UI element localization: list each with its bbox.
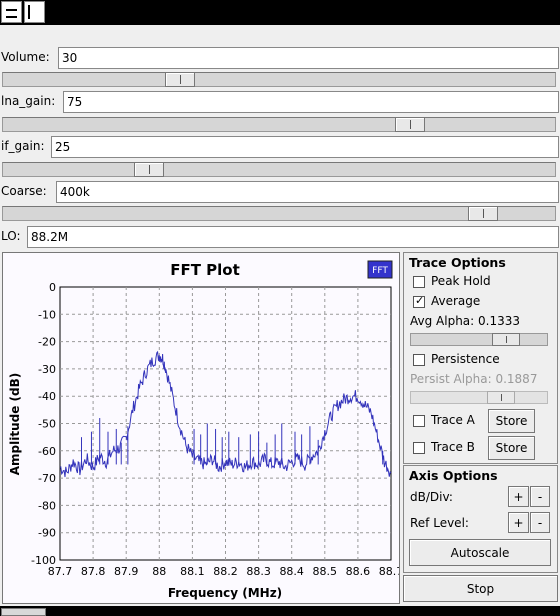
- autoscale-button[interactable]: Autoscale: [409, 539, 551, 566]
- trace-a-label: Trace A: [431, 413, 475, 427]
- persist-alpha-label: Persist Alpha: 0.1887: [410, 372, 538, 386]
- volume-slider[interactable]: [2, 72, 556, 87]
- trace-a-store-button[interactable]: Store: [488, 409, 535, 433]
- persistence-checkbox[interactable]: [413, 354, 425, 366]
- trace-b-checkbox[interactable]: [413, 442, 425, 454]
- lo-input[interactable]: 88.2M: [27, 226, 559, 248]
- trace-b-label: Trace B: [431, 440, 475, 454]
- db-div-minus-button[interactable]: -: [530, 486, 550, 507]
- if-gain-row: if_gain: 25: [0, 136, 560, 158]
- trace-b-store-button[interactable]: Store: [488, 436, 535, 460]
- ref-level-label: Ref Level:: [410, 516, 469, 530]
- x-tick-label: 88.3: [246, 565, 271, 578]
- coarse-slider[interactable]: [2, 206, 556, 221]
- x-tick-label: 87.9: [114, 565, 139, 578]
- persistence-label: Persistence: [431, 352, 500, 366]
- x-tick-label: 87.8: [81, 565, 106, 578]
- trace-options-panel: Trace Options Peak Hold Average Avg Alph…: [403, 252, 558, 464]
- avg-alpha-label: Avg Alpha: 0.1333: [410, 314, 521, 328]
- y-tick-label: -90: [38, 527, 56, 540]
- coarse-slider-thumb[interactable]: [468, 206, 498, 221]
- coarse-label: Coarse:: [1, 184, 47, 198]
- persist-alpha-slider[interactable]: [410, 391, 548, 404]
- avg-alpha-slider-thumb[interactable]: [492, 333, 520, 346]
- ref-level-minus-button[interactable]: -: [530, 512, 550, 533]
- bottom-scrollbar[interactable]: [0, 606, 560, 616]
- y-tick-label: -60: [38, 445, 56, 458]
- avg-alpha-slider[interactable]: [410, 333, 548, 346]
- chart-title: FFT Plot: [170, 261, 240, 279]
- y-tick-label: -80: [38, 499, 56, 512]
- trace-options-title: Trace Options: [409, 255, 506, 270]
- lna-gain-slider-thumb[interactable]: [395, 117, 425, 132]
- y-tick-label: -40: [38, 390, 56, 403]
- x-tick-label: 88.2: [213, 565, 238, 578]
- window-menu-button[interactable]: [1, 1, 22, 23]
- y-axis-label: Amplitude (dB): [8, 373, 22, 476]
- if-gain-label: if_gain:: [1, 139, 45, 153]
- lo-label: LO:: [1, 229, 21, 243]
- lna-gain-row: lna_gain: 75: [0, 91, 560, 113]
- peak-hold-label: Peak Hold: [431, 274, 491, 288]
- coarse-row: Coarse: 400k: [0, 181, 560, 203]
- stop-button[interactable]: Stop: [403, 575, 558, 602]
- axis-options-panel: Axis Options dB/Div: + - Ref Level: + - …: [403, 465, 558, 573]
- y-tick-label: -20: [38, 336, 56, 349]
- fft-plot[interactable]: FFT Plot FFT 87.7 87.8 87.9 88 88.1 88.2 88.3 8…: [2, 252, 400, 604]
- lna-gain-input[interactable]: 75: [63, 91, 559, 113]
- x-axis-label: Frequency (MHz): [168, 586, 282, 600]
- ref-level-plus-button[interactable]: +: [508, 512, 529, 533]
- window-close-button[interactable]: [24, 1, 45, 23]
- volume-label: Volume:: [1, 50, 50, 64]
- if-gain-slider[interactable]: [2, 162, 556, 177]
- volume-input[interactable]: 30: [58, 47, 559, 69]
- y-tick-label: -30: [38, 363, 56, 376]
- legend-label: FFT: [372, 266, 388, 276]
- volume-slider-thumb[interactable]: [165, 72, 195, 87]
- bottom-scrollbar-thumb[interactable]: [1, 608, 46, 616]
- db-div-label: dB/Div:: [410, 490, 453, 504]
- y-tick-label: -10: [38, 308, 56, 321]
- x-tick-label: 88.5: [313, 565, 338, 578]
- x-tick-label: 88.7: [379, 565, 399, 578]
- x-tick-label: 88.6: [346, 565, 371, 578]
- y-tick-label: -70: [38, 472, 56, 485]
- persist-alpha-slider-thumb[interactable]: [487, 391, 515, 404]
- y-tick-label: -100: [31, 554, 56, 567]
- y-tick-label: 0: [49, 281, 56, 294]
- average-checkbox[interactable]: [413, 294, 425, 308]
- if-gain-input[interactable]: 25: [51, 136, 559, 158]
- coarse-input[interactable]: 400k: [56, 181, 559, 203]
- axis-options-title: Axis Options: [409, 468, 498, 483]
- peak-hold-checkbox[interactable]: [413, 276, 425, 288]
- app-window: Volume: 30 lna_gain: 75 if_gain: 25 Coar…: [0, 0, 560, 616]
- y-tick-label: -50: [38, 418, 56, 431]
- trace-a-checkbox[interactable]: [413, 415, 425, 427]
- fft-plot-svg: FFT Plot FFT 87.7 87.8 87.9 88 88.1 88.2 88.3 8…: [8, 260, 399, 600]
- x-tick-label: 88.4: [279, 565, 304, 578]
- x-tick-label: 88.1: [180, 565, 205, 578]
- average-label: Average: [431, 294, 481, 308]
- lo-row: LO: 88.2M: [0, 226, 560, 248]
- window-titlebar: [0, 0, 560, 25]
- lna-gain-slider[interactable]: [2, 117, 556, 132]
- x-tick-label: 88: [152, 565, 166, 578]
- volume-row: Volume: 30: [0, 47, 560, 69]
- db-div-plus-button[interactable]: +: [508, 486, 529, 507]
- if-gain-slider-thumb[interactable]: [134, 162, 164, 177]
- lna-gain-label: lna_gain:: [1, 94, 56, 108]
